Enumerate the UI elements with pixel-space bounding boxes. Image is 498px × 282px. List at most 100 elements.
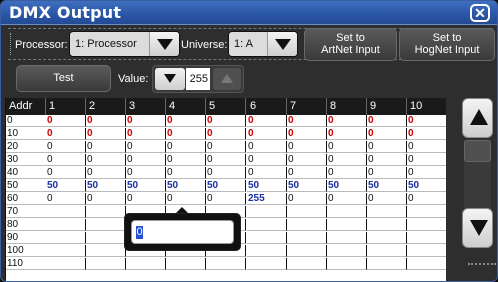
- dmx-cell[interactable]: 0: [86, 115, 126, 127]
- toolbar-grip[interactable]: [10, 33, 13, 55]
- dmx-cell[interactable]: 0: [407, 141, 446, 153]
- scroll-down-button[interactable]: [462, 208, 493, 248]
- dmx-cell[interactable]: 0: [46, 193, 86, 205]
- dmx-cell[interactable]: [287, 206, 327, 218]
- column-header[interactable]: 6: [247, 98, 287, 115]
- dmx-cell[interactable]: 0: [46, 154, 86, 166]
- dmx-cell[interactable]: 50: [407, 180, 446, 192]
- dmx-cell[interactable]: 0: [247, 128, 287, 140]
- dmx-cell[interactable]: 50: [367, 180, 407, 192]
- dmx-cell[interactable]: [407, 219, 446, 231]
- dmx-cell[interactable]: 0: [126, 128, 166, 140]
- dmx-cell[interactable]: [327, 245, 367, 257]
- dmx-cell[interactable]: 0: [367, 193, 407, 205]
- test-button[interactable]: Test: [16, 65, 111, 92]
- column-header[interactable]: 1: [46, 98, 86, 115]
- resize-grip[interactable]: [468, 263, 496, 267]
- universe-select[interactable]: 1: A: [228, 31, 298, 57]
- dmx-cell[interactable]: 0: [166, 167, 206, 179]
- dmx-cell[interactable]: 50: [247, 180, 287, 192]
- vertical-scrollbar[interactable]: [462, 98, 493, 278]
- dmx-cell[interactable]: 0: [206, 193, 246, 205]
- dmx-cell[interactable]: 0: [287, 167, 327, 179]
- column-header[interactable]: 7: [287, 98, 327, 115]
- dmx-cell[interactable]: 50: [206, 180, 246, 192]
- dmx-cell[interactable]: 0: [247, 167, 287, 179]
- dmx-cell[interactable]: [327, 219, 367, 231]
- dmx-cell[interactable]: 0: [327, 193, 367, 205]
- dmx-cell[interactable]: 0: [166, 193, 206, 205]
- dmx-cell[interactable]: 0: [46, 128, 86, 140]
- dmx-cell[interactable]: [86, 219, 126, 231]
- dmx-cell[interactable]: 0: [287, 115, 327, 127]
- dmx-cell[interactable]: [247, 258, 287, 270]
- column-header[interactable]: 3: [126, 98, 166, 115]
- dmx-cell[interactable]: [327, 258, 367, 270]
- dmx-cell[interactable]: [247, 245, 287, 257]
- scroll-thumb[interactable]: [464, 140, 491, 162]
- dmx-cell[interactable]: 0: [287, 193, 327, 205]
- dmx-cell[interactable]: 0: [367, 128, 407, 140]
- value-field[interactable]: 255: [186, 68, 210, 90]
- scroll-track[interactable]: [464, 140, 491, 214]
- dmx-cell[interactable]: 0: [86, 128, 126, 140]
- dmx-cell[interactable]: [247, 206, 287, 218]
- dmx-cell[interactable]: [206, 258, 246, 270]
- dmx-cell[interactable]: 0: [367, 115, 407, 127]
- dmx-cell[interactable]: [86, 245, 126, 257]
- dmx-cell[interactable]: 0: [166, 141, 206, 153]
- dmx-cell[interactable]: 0: [166, 128, 206, 140]
- dmx-cell[interactable]: [126, 258, 166, 270]
- dmx-cell[interactable]: 0: [126, 154, 166, 166]
- dmx-cell[interactable]: 0: [126, 115, 166, 127]
- dmx-cell[interactable]: [247, 232, 287, 244]
- dmx-cell[interactable]: [327, 206, 367, 218]
- dmx-cell[interactable]: [46, 258, 86, 270]
- dmx-cell[interactable]: 0: [86, 141, 126, 153]
- dmx-cell[interactable]: 0: [287, 141, 327, 153]
- dmx-cell[interactable]: 0: [247, 141, 287, 153]
- dmx-cell[interactable]: 0: [327, 128, 367, 140]
- dmx-cell[interactable]: 0: [206, 115, 246, 127]
- dmx-cell[interactable]: 0: [86, 193, 126, 205]
- dmx-cell[interactable]: [86, 232, 126, 244]
- dmx-cell[interactable]: 0: [247, 115, 287, 127]
- dmx-cell[interactable]: [367, 232, 407, 244]
- column-header[interactable]: 9: [367, 98, 407, 115]
- dmx-cell[interactable]: [86, 258, 126, 270]
- universe-dropdown-button[interactable]: [267, 32, 297, 56]
- dmx-cell[interactable]: 0: [86, 154, 126, 166]
- dmx-cell[interactable]: 0: [46, 141, 86, 153]
- dmx-cell[interactable]: 50: [287, 180, 327, 192]
- value-decrement-button[interactable]: [155, 68, 185, 90]
- dmx-cell[interactable]: [407, 258, 446, 270]
- dmx-cell[interactable]: 50: [46, 180, 86, 192]
- column-header[interactable]: 5: [206, 98, 246, 115]
- column-header[interactable]: 4: [166, 98, 206, 115]
- dmx-cell[interactable]: 0: [327, 141, 367, 153]
- dmx-cell[interactable]: [287, 232, 327, 244]
- dmx-cell[interactable]: 0: [367, 154, 407, 166]
- cell-editor-input[interactable]: 0: [131, 220, 234, 244]
- dmx-cell[interactable]: [46, 245, 86, 257]
- dmx-cell[interactable]: 0: [206, 141, 246, 153]
- dmx-cell[interactable]: 0: [206, 167, 246, 179]
- scroll-up-button[interactable]: [462, 98, 493, 138]
- dmx-cell[interactable]: [287, 258, 327, 270]
- dmx-cell[interactable]: [367, 219, 407, 231]
- dmx-cell[interactable]: [367, 245, 407, 257]
- dmx-cell[interactable]: [287, 219, 327, 231]
- processor-dropdown-button[interactable]: [149, 32, 179, 56]
- dmx-cell[interactable]: 0: [327, 115, 367, 127]
- dmx-cell[interactable]: 0: [126, 193, 166, 205]
- dmx-cell[interactable]: 0: [407, 167, 446, 179]
- value-increment-button[interactable]: [213, 68, 241, 90]
- dmx-cell[interactable]: [46, 219, 86, 231]
- dmx-cell[interactable]: [166, 258, 206, 270]
- dmx-cell[interactable]: 0: [367, 167, 407, 179]
- processor-select[interactable]: 1: Processor: [69, 31, 180, 57]
- dmx-cell[interactable]: [287, 245, 327, 257]
- dmx-cell[interactable]: 0: [166, 154, 206, 166]
- dmx-cell[interactable]: 0: [126, 141, 166, 153]
- dmx-cell[interactable]: 50: [327, 180, 367, 192]
